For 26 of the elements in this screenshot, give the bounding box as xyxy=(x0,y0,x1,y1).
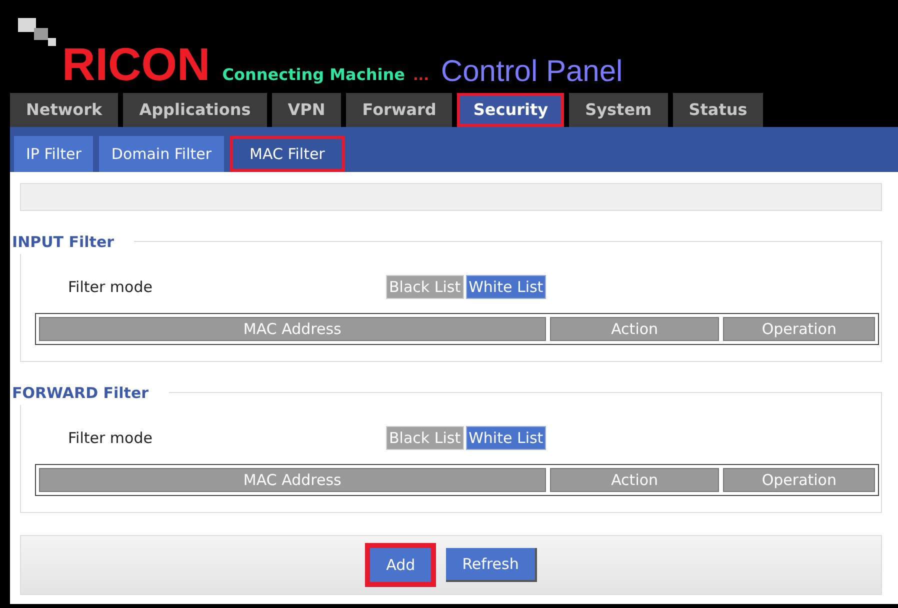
nav-tab[interactable]: Applications xyxy=(123,93,267,127)
filter-mode-label: Filter mode xyxy=(68,428,154,449)
column-header: Operation xyxy=(723,468,875,492)
column-header: MAC Address xyxy=(39,317,546,341)
sub-tab[interactable]: Domain Filter xyxy=(99,136,224,172)
brand-logo-text: RICON xyxy=(62,41,210,87)
panel-title: Control Panel xyxy=(440,57,623,87)
action-button[interactable]: Refresh xyxy=(446,548,537,582)
nav-tab[interactable]: Network xyxy=(10,93,118,127)
sub-tab[interactable]: MAC Filter xyxy=(230,136,345,172)
nav-tab[interactable]: Status xyxy=(672,93,764,127)
filter-mode-label: Filter mode xyxy=(68,276,154,298)
column-header: MAC Address xyxy=(39,468,546,492)
action-button[interactable]: Add xyxy=(365,543,436,587)
filter-mode-button[interactable]: White List xyxy=(466,426,546,450)
column-header: Action xyxy=(550,468,720,492)
nav-tab[interactable]: Forward xyxy=(346,93,452,127)
nav-tab[interactable]: Security xyxy=(457,93,564,127)
sub-tab[interactable]: IP Filter xyxy=(14,136,94,172)
nav-tab[interactable]: System xyxy=(569,93,668,127)
filter-mode-button[interactable]: White List xyxy=(466,275,546,299)
tagline-ellipsis: ... xyxy=(412,67,429,86)
column-header: Action xyxy=(550,317,720,341)
tagline: Connecting Machine xyxy=(222,64,405,86)
column-header: Operation xyxy=(723,317,875,341)
nav-tab[interactable]: VPN xyxy=(272,93,342,127)
